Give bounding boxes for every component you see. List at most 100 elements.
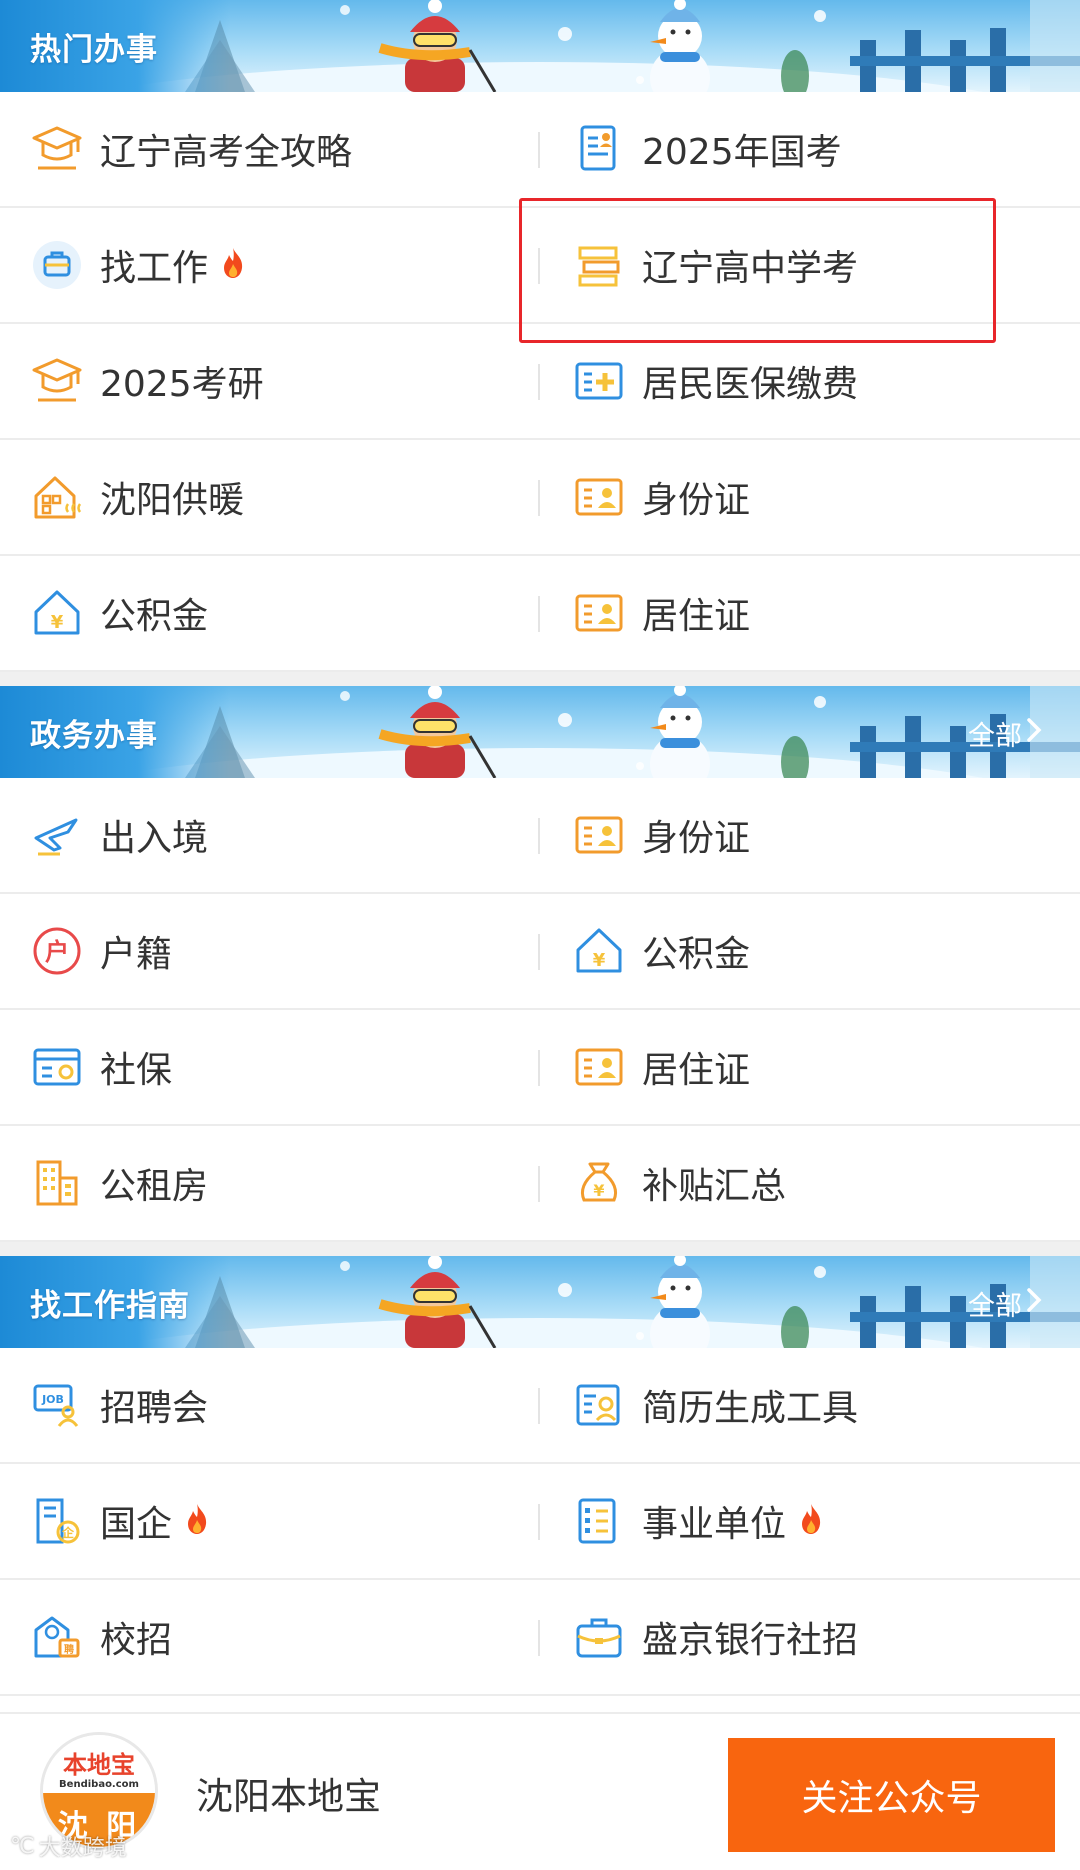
service-row: 聘 校招 盛京银行社招 — [0, 1580, 1080, 1696]
service-item[interactable]: 找工作 — [0, 208, 540, 322]
section-title: 政务办事 — [30, 718, 158, 754]
id-card-icon — [570, 468, 628, 526]
document-person-icon — [570, 120, 628, 178]
service-label: 公积金 — [642, 934, 751, 975]
social-security-card-icon — [28, 1038, 86, 1096]
service-label: 补贴汇总 — [642, 1166, 787, 1207]
service-row: 社保 居住证 — [0, 1010, 1080, 1126]
follow-button[interactable]: 关注公众号 — [728, 1738, 1055, 1852]
service-label: 辽宁高考全攻略 — [100, 132, 353, 173]
service-item[interactable]: 出入境 — [0, 778, 540, 892]
service-item[interactable]: 居住证 — [540, 1010, 1080, 1124]
service-label: 身份证 — [642, 818, 751, 859]
logo-en-text: Bendibao.com — [59, 1779, 139, 1790]
id-card-icon — [570, 584, 628, 642]
service-row: 出入境 身份证 — [0, 778, 1080, 894]
service-item[interactable]: ¥ 公积金 — [540, 894, 1080, 1008]
service-item[interactable]: 户 户籍 — [0, 894, 540, 1008]
service-row: ¥ 公积金 居住证 — [0, 556, 1080, 672]
sections-container: 热门办事 辽宁高考全攻略 2025年国考 找工作 辽宁高中学考 2025考研 居… — [0, 0, 1080, 1696]
service-item[interactable]: 沈阳供暖 — [0, 440, 540, 554]
service-row: 2025考研 居民医保缴费 — [0, 324, 1080, 440]
service-item[interactable]: 盛京银行社招 — [540, 1580, 1080, 1694]
column-divider — [538, 480, 540, 516]
svg-text:¥: ¥ — [51, 612, 64, 633]
column-divider — [538, 1620, 540, 1656]
view-all-link[interactable]: 全部 — [968, 1284, 1042, 1323]
section-gap — [0, 672, 1080, 686]
briefcase-icon — [28, 236, 86, 294]
svg-text:JOB: JOB — [41, 1393, 64, 1406]
service-label: 招聘会 — [100, 1388, 209, 1429]
svg-text:聘: 聘 — [64, 1643, 74, 1656]
service-label: 事业单位 — [642, 1504, 787, 1545]
service-item[interactable]: JOB 招聘会 — [0, 1348, 540, 1462]
graduation-cap-icon — [28, 352, 86, 410]
service-item[interactable]: 居住证 — [540, 556, 1080, 670]
view-all-link[interactable]: 全部 — [968, 714, 1042, 753]
page: 热门办事 辽宁高考全攻略 2025年国考 找工作 辽宁高中学考 2025考研 居… — [0, 0, 1080, 1870]
service-label: 社保 — [100, 1050, 173, 1091]
service-item[interactable]: 身份证 — [540, 778, 1080, 892]
service-label: 辽宁高中学考 — [642, 248, 859, 289]
svg-text:户: 户 — [45, 938, 69, 966]
fire-icon — [172, 1502, 210, 1540]
service-item[interactable]: 2025年国考 — [540, 92, 1080, 206]
id-card-icon — [570, 1038, 628, 1096]
section-gap — [0, 1242, 1080, 1256]
service-item[interactable]: 辽宁高中学考 — [540, 208, 1080, 322]
service-item[interactable]: ¥ 公积金 — [0, 556, 540, 670]
chevron-right-icon — [1026, 717, 1042, 750]
column-divider — [538, 1388, 540, 1424]
service-row: 公租房 ¥ 补贴汇总 — [0, 1126, 1080, 1242]
service-label: 简历生成工具 — [642, 1388, 859, 1429]
service-item[interactable]: 事业单位 — [540, 1464, 1080, 1578]
column-divider — [538, 1504, 540, 1540]
service-item[interactable]: 公租房 — [0, 1126, 540, 1240]
service-item[interactable]: ¥ 补贴汇总 — [540, 1126, 1080, 1240]
service-label: 公租房 — [100, 1166, 209, 1207]
column-divider — [538, 818, 540, 854]
service-label: 居住证 — [642, 1050, 751, 1091]
service-row: JOB 招聘会 简历生成工具 — [0, 1348, 1080, 1464]
view-all-label: 全部 — [968, 721, 1022, 752]
chevron-right-icon — [1026, 1287, 1042, 1320]
watermark: ℃ 大数跨境 — [10, 1830, 127, 1862]
money-bag-icon: ¥ — [570, 1154, 628, 1212]
service-row: 户 户籍 ¥ 公积金 — [0, 894, 1080, 1010]
service-item[interactable]: 身份证 — [540, 440, 1080, 554]
house-yuan-icon: ¥ — [570, 922, 628, 980]
service-label: 公积金 — [100, 596, 209, 637]
household-icon: 户 — [28, 922, 86, 980]
service-row: 沈阳供暖 身份证 — [0, 440, 1080, 556]
column-divider — [538, 1166, 540, 1202]
column-divider — [538, 248, 540, 284]
service-label: 2025考研 — [100, 364, 264, 405]
service-item[interactable]: 企 国企 — [0, 1464, 540, 1578]
service-label: 2025年国考 — [642, 132, 842, 173]
service-item[interactable]: 聘 校招 — [0, 1580, 540, 1694]
svg-text:¥: ¥ — [593, 1181, 604, 1200]
service-item[interactable]: 2025考研 — [0, 324, 540, 438]
watermark-text: 大数跨境 — [38, 1836, 127, 1861]
institution-icon — [570, 1492, 628, 1550]
service-label: 沈阳供暖 — [100, 480, 245, 521]
section-banner: 热门办事 — [0, 0, 1080, 92]
id-card-icon — [570, 806, 628, 864]
service-label: 盛京银行社招 — [642, 1620, 859, 1661]
service-item[interactable]: 社保 — [0, 1010, 540, 1124]
service-item[interactable]: 简历生成工具 — [540, 1348, 1080, 1462]
heating-house-icon — [28, 468, 86, 526]
logo-cn-text: 本地宝 — [63, 1751, 135, 1779]
column-divider — [538, 364, 540, 400]
service-label: 居民医保缴费 — [642, 364, 859, 405]
service-item[interactable]: 居民医保缴费 — [540, 324, 1080, 438]
svg-text:企: 企 — [61, 1525, 75, 1540]
graduation-cap-icon — [28, 120, 86, 178]
column-divider — [538, 132, 540, 168]
medical-card-icon — [570, 352, 628, 410]
service-label: 居住证 — [642, 596, 751, 637]
campus-recruit-icon: 聘 — [28, 1608, 86, 1666]
service-label: 找工作 — [100, 248, 209, 289]
service-item[interactable]: 辽宁高考全攻略 — [0, 92, 540, 206]
